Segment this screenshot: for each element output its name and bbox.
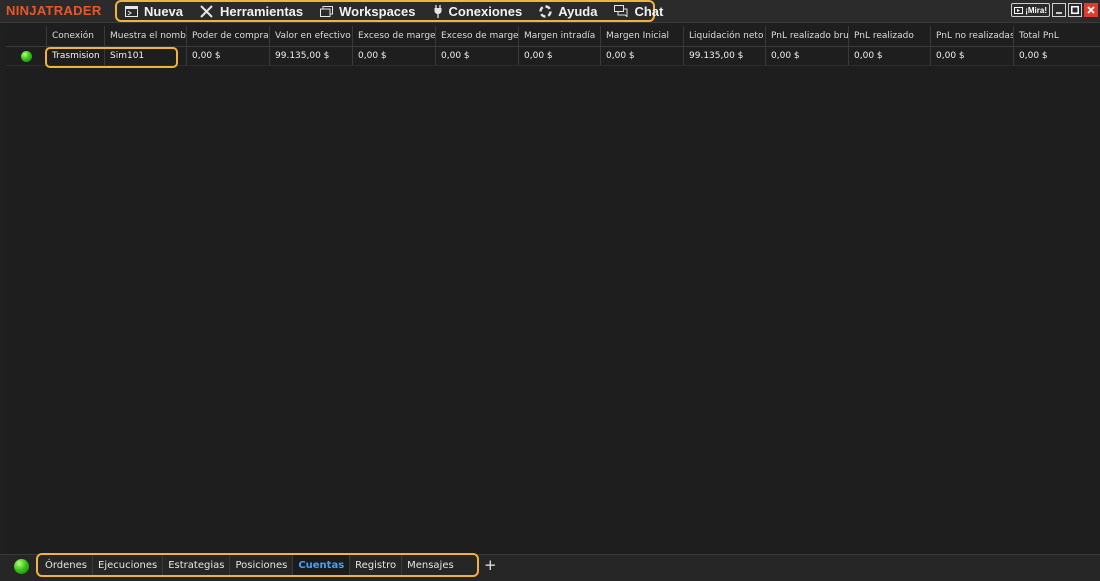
- menu-herramientas[interactable]: Herramientas: [200, 4, 303, 19]
- menu-conexiones[interactable]: Conexiones: [433, 3, 523, 19]
- column-header[interactable]: PnL realizado: [848, 26, 930, 46]
- column-header[interactable]: Margen intradía: [518, 26, 600, 46]
- tab-registro[interactable]: Registro: [350, 555, 403, 575]
- column-header[interactable]: Poder de compra: [186, 26, 269, 46]
- menu-label: Workspaces: [339, 3, 416, 19]
- main-menu: Nueva Herramientas Workspaces Conexiones…: [115, 0, 663, 22]
- title-bar: NINJATRADER Nueva Herramientas Workspace…: [0, 0, 1100, 23]
- chat-icon: [614, 5, 628, 17]
- tab-mensajes[interactable]: Mensajes: [402, 555, 459, 575]
- accounts-grid: Conexión Muestra el nomb Poder de compra…: [6, 26, 1100, 554]
- column-header[interactable]: Valor en efectivo: [269, 26, 352, 46]
- mira-label: ¡Mira!: [1025, 5, 1047, 15]
- column-header[interactable]: Margen Inicial: [600, 26, 683, 46]
- add-tab-button[interactable]: +: [484, 556, 497, 574]
- workspaces-icon: [320, 5, 334, 17]
- table-cell: 0,00 $: [848, 47, 930, 65]
- close-icon: [1087, 6, 1095, 14]
- tools-icon: [200, 4, 213, 18]
- column-header[interactable]: PnL realizado bru: [765, 26, 848, 46]
- menu-nueva[interactable]: Nueva: [125, 4, 183, 19]
- tab-posiciones[interactable]: Posiciones: [230, 555, 294, 575]
- menu-label: Ayuda: [558, 3, 598, 19]
- play-icon: [1014, 6, 1024, 14]
- table-cell: 0,00 $: [600, 47, 683, 65]
- new-window-icon: [125, 5, 138, 17]
- maximize-icon: [1071, 6, 1079, 14]
- minimize-icon: [1056, 12, 1062, 14]
- grid-header: Conexión Muestra el nomb Poder de compra…: [6, 26, 1100, 47]
- column-header[interactable]: Liquidación neto: [683, 26, 765, 46]
- column-header[interactable]: Muestra el nomb: [104, 26, 186, 46]
- table-cell: 0,00 $: [930, 47, 1013, 65]
- column-header[interactable]: Exceso de marge: [352, 26, 435, 46]
- menu-label: Herramientas: [220, 3, 304, 19]
- column-header[interactable]: Exceso de marge: [435, 26, 518, 46]
- highlight-outline: [45, 47, 178, 68]
- close-button[interactable]: [1084, 3, 1098, 17]
- table-cell: 0,00 $: [186, 47, 269, 65]
- window-controls: ¡Mira!: [1011, 3, 1098, 17]
- tab-estrategias[interactable]: Estrategias: [163, 555, 231, 575]
- maximize-button[interactable]: [1068, 3, 1082, 17]
- table-cell: 0,00 $: [1013, 47, 1100, 65]
- ninjatrader-logo: NINJATRADER: [6, 3, 102, 18]
- help-ring-icon: [539, 4, 552, 18]
- tab-cuentas[interactable]: Cuentas: [293, 555, 351, 575]
- menu-ayuda[interactable]: Ayuda: [539, 4, 597, 19]
- menu-label: Conexiones: [448, 3, 523, 19]
- table-cell: 0,00 $: [435, 47, 518, 65]
- table-cell: 0,00 $: [352, 47, 435, 65]
- table-cell: 0,00 $: [765, 47, 848, 65]
- connection-status-icon: [21, 51, 32, 62]
- menu-workspaces[interactable]: Workspaces: [320, 3, 416, 19]
- menu-label: Nueva: [144, 3, 184, 19]
- minimize-button[interactable]: [1052, 3, 1066, 17]
- table-cell: 0,00 $: [518, 47, 600, 65]
- tab-ejecuciones[interactable]: Ejecuciones: [93, 555, 164, 575]
- tab-strip: Órdenes Ejecuciones Estrategias Posicion…: [36, 553, 479, 577]
- table-cell: 99.135,00 $: [269, 47, 352, 65]
- menu-chat[interactable]: Chat: [614, 4, 663, 19]
- tab-ordenes[interactable]: Órdenes: [40, 555, 94, 575]
- column-header[interactable]: Conexión: [46, 26, 104, 46]
- connection-status-icon: [14, 559, 29, 574]
- table-cell: 99.135,00 $: [683, 47, 765, 65]
- menu-label: Chat: [634, 3, 664, 19]
- column-header[interactable]: PnL no realizadas: [930, 26, 1013, 46]
- bottom-tab-bar: Órdenes Ejecuciones Estrategias Posicion…: [0, 553, 1100, 581]
- mira-button[interactable]: ¡Mira!: [1011, 3, 1050, 17]
- column-header[interactable]: Total PnL: [1013, 26, 1100, 46]
- plug-icon: [434, 4, 441, 18]
